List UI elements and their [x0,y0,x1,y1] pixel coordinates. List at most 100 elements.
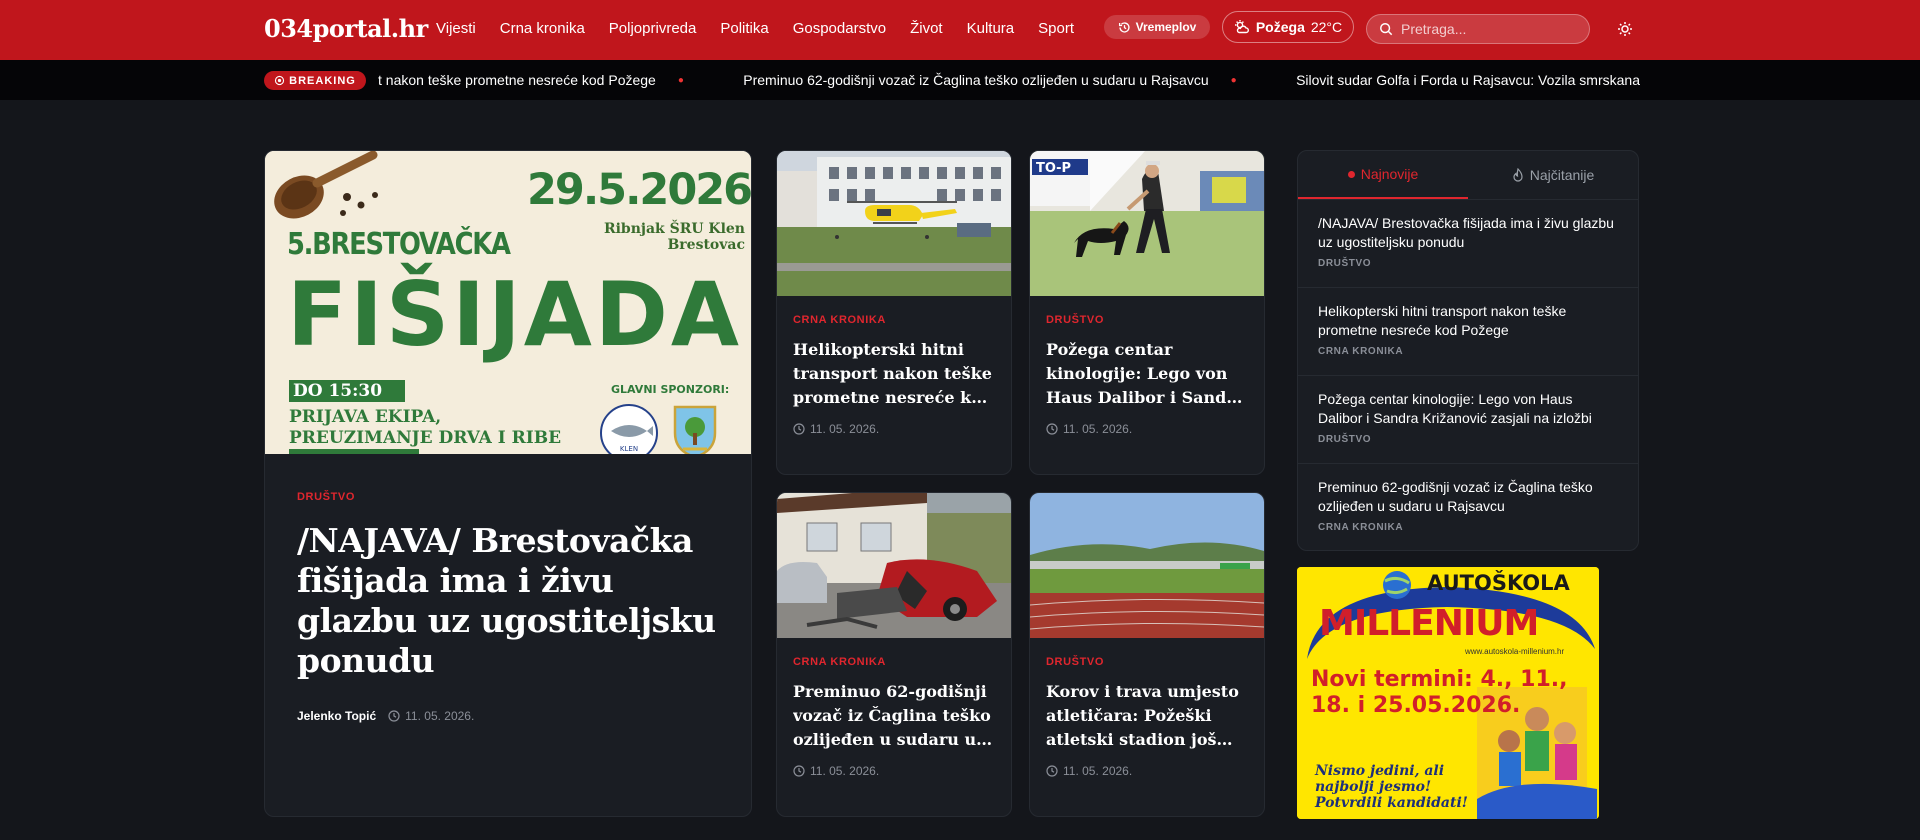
top-navbar: 034portal.hr Vijesti Crna kronika Poljop… [0,0,1920,60]
nav-item-poljoprivreda[interactable]: Poljoprivreda [609,20,697,37]
article-category[interactable]: CRNA KRONIKA [793,314,997,326]
featured-date: 11. 05. 2026. [388,709,474,723]
nav-item-politika[interactable]: Politika [720,20,768,37]
breaking-news-bar: BREAKING t nakon teške prometne nesreće … [0,60,1920,100]
sun-icon [1618,22,1632,36]
ticker-item[interactable]: Preminuo 62-godišnji vozač iz Čaglina te… [743,72,1208,88]
sidebar-item-category: DRUŠTVO [1318,434,1372,445]
ad-banner-autoskola[interactable]: AUTOŠKOLA MILLENIUM www.autoskola-millen… [1297,567,1599,819]
nav-item-gospodarstvo[interactable]: Gospodarstvo [793,20,886,37]
breaking-ticker: t nakon teške prometne nesreće kod Požeg… [378,60,1640,100]
history-icon [1118,21,1130,33]
article-date: 11. 05. 2026. [1046,422,1250,436]
ad-dates-line1: Novi termini: 4., 11., [1311,667,1568,692]
broadcast-icon [275,75,285,86]
article-title[interactable]: Korov i trava umjesto atletičara: Požešk… [1046,680,1250,752]
tab-popular[interactable]: Najčitanije [1468,151,1638,199]
live-dot-icon [1347,170,1355,178]
nav-item-zivot[interactable]: Život [910,20,943,37]
ticker-separator: ● [677,74,684,86]
sidebar-item-category: CRNA KRONIKA [1318,522,1404,533]
site-logo[interactable]: 034portal.hr [264,14,428,43]
article-image-stadium [1030,493,1264,638]
article-category[interactable]: DRUŠTVO [1046,656,1250,668]
dog-photo-sign-text: TO-P [1036,161,1071,176]
sidebar-item-category: CRNA KRONIKA [1318,346,1404,357]
partly-sunny-icon [1234,20,1249,34]
article-date: 11. 05. 2026. [1046,764,1250,778]
sidebar-list-item[interactable]: /NAJAVA/ Brestovačka fišijada ima i živu… [1298,200,1638,288]
nav-item-kultura[interactable]: Kultura [967,20,1015,37]
flame-icon [1513,168,1523,182]
sponsor-klen-logo: KLEN [600,404,658,454]
article-card[interactable]: CRNA KRONIKA Helikopterski hitni transpo… [776,150,1012,475]
sponsor-coat-of-arms-logo [673,405,717,454]
article-card-body: CRNA KRONIKA Preminuo 62-godišnji vozač … [793,656,997,778]
ticker-item[interactable]: Silovit sudar Golfa i Forda u Rajsavcu: … [1296,72,1640,88]
theme-toggle-button[interactable] [1612,16,1638,42]
sidebar-list-item[interactable]: Preminuo 62-godišnji vozač iz Čaglina te… [1298,464,1638,550]
clock-icon [793,765,805,777]
breaking-badge: BREAKING [264,71,366,90]
ad-brand: MILLENIUM [1319,603,1539,644]
ticker-item[interactable]: t nakon teške prometne nesreće kod Požeg… [378,72,656,88]
sidebar-item-title: /NAJAVA/ Brestovačka fišijada ima i živu… [1318,215,1614,250]
weather-widget[interactable]: Požega 22°C [1222,11,1354,43]
sidebar-item-title: Preminuo 62-godišnji vozač iz Čaglina te… [1318,479,1593,514]
main-nav: Vijesti Crna kronika Poljoprivreda Polit… [436,0,1074,56]
featured-date-text: 11. 05. 2026. [405,709,475,723]
vremeplov-button[interactable]: Vremeplov [1104,15,1210,39]
article-title[interactable]: Helikopterski hitni transport nakon tešk… [793,338,997,410]
article-category[interactable]: CRNA KRONIKA [793,656,997,668]
article-image-helicopter [777,151,1011,296]
clock-icon [793,423,805,435]
article-title[interactable]: Preminuo 62-godišnji vozač iz Čaglina te… [793,680,997,752]
featured-author[interactable]: Jelenko Topić [297,709,376,723]
ad-url: www.autoskola-millenium.hr [1465,647,1565,656]
featured-article-body: DRUŠTVO /NAJAVA/ Brestovačka fišijada im… [297,491,717,723]
ad-slogan1: Nismo jedini, ali [1315,763,1445,779]
featured-category[interactable]: DRUŠTVO [297,491,717,503]
article-category[interactable]: DRUŠTVO [1046,314,1250,326]
nav-item-sport[interactable]: Sport [1038,20,1074,37]
featured-byline: Jelenko Topić 11. 05. 2026. [297,709,717,723]
sidebar-list-item[interactable]: Požega centar kinologije: Lego von Haus … [1298,376,1638,464]
search-input[interactable] [1401,21,1581,37]
article-card[interactable]: CRNA KRONIKA Preminuo 62-godišnji vozač … [776,492,1012,817]
article-image-crash [777,493,1011,638]
poster-venue: Ribnjak ŠRU Klen Brestovac [603,221,745,253]
poster-sponsors-label: GLAVNI SPONZORI: [611,383,730,396]
poster-line1: PRIJAVA EKIPA, [289,407,442,427]
breaking-label: BREAKING [289,74,356,87]
article-title[interactable]: Požega centar kinologije: Lego von Haus … [1046,338,1250,410]
nav-item-crna-kronika[interactable]: Crna kronika [500,20,585,37]
ad-slogan3: Potvrdili kandidati! [1315,795,1468,811]
clock-icon [1046,765,1058,777]
sidebar-item-title: Helikopterski hitni transport nakon tešk… [1318,303,1567,338]
article-date-text: 11. 05. 2026. [1063,422,1133,436]
ad-dates-line2: 18. i 25.05.2026. [1311,693,1521,718]
poster-event: FIŠIJADA [287,263,742,366]
search-box[interactable] [1366,14,1590,44]
clock-icon [388,710,400,722]
clock-icon [1046,423,1058,435]
article-card[interactable]: DRUŠTVO Korov i trava umjesto atletičara… [1029,492,1265,817]
nav-item-vijesti[interactable]: Vijesti [436,20,476,37]
featured-poster-image: 29.5.2026. Ribnjak ŠRU Klen Brestovac 5.… [265,151,751,454]
poster-line2: PREUZIMANJE DRVA I RIBE [289,428,562,448]
poster-time: DO 15:30 [289,380,405,402]
tab-latest[interactable]: Najnovije [1298,151,1468,199]
vremeplov-label: Vremeplov [1135,20,1197,34]
ad-brand-top: AUTOŠKOLA [1427,571,1570,595]
featured-title[interactable]: /NAJAVA/ Brestovačka fišijada ima i živu… [297,521,717,681]
article-card-body: CRNA KRONIKA Helikopterski hitni transpo… [793,314,997,436]
sidebar-latest-widget: Najnovije Najčitanije /NAJAVA/ Brestovač… [1297,150,1639,551]
article-card[interactable]: TO-P DRUŠTVO Požega centar kinologije: L… [1029,150,1265,475]
article-card-body: DRUŠTVO Požega centar kinologije: Lego v… [1046,314,1250,436]
sidebar-item-category: DRUŠTVO [1318,258,1372,269]
featured-article-card[interactable]: 29.5.2026. Ribnjak ŠRU Klen Brestovac 5.… [264,150,752,817]
article-date-text: 11. 05. 2026. [810,422,880,436]
sidebar-tabs: Najnovije Najčitanije [1298,151,1638,200]
article-date: 11. 05. 2026. [793,422,997,436]
sidebar-list-item[interactable]: Helikopterski hitni transport nakon tešk… [1298,288,1638,376]
